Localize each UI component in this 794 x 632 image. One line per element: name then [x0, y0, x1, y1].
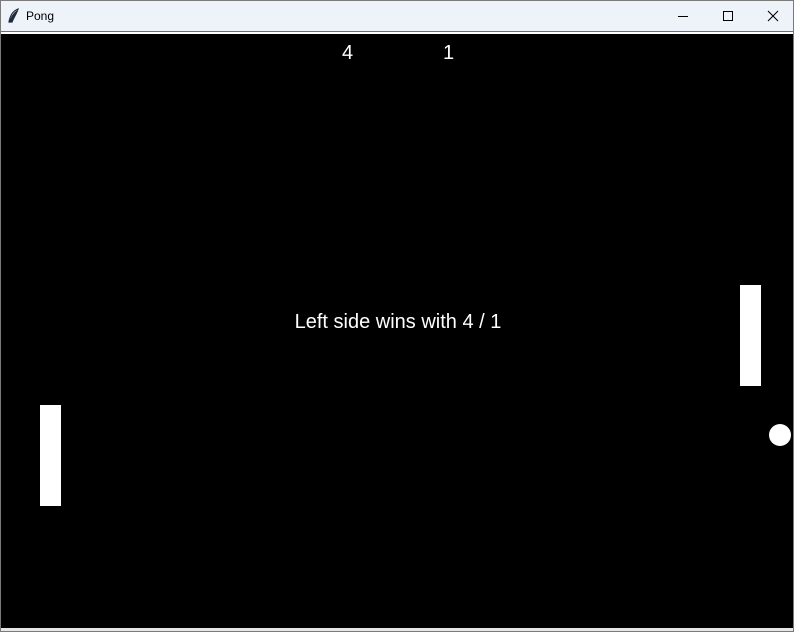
- feather-icon: [8, 8, 19, 23]
- ball: [769, 424, 791, 446]
- maximize-button[interactable]: [705, 1, 750, 31]
- close-icon: [767, 10, 778, 22]
- title-bar[interactable]: Pong: [1, 1, 793, 32]
- minimize-icon: [677, 16, 688, 17]
- minimize-button[interactable]: [660, 1, 705, 31]
- pong-window: Pong 4 1 Left side wins with 4 / 1: [0, 0, 794, 632]
- maximize-icon: [722, 11, 733, 21]
- left-paddle: [40, 405, 61, 506]
- left-score: 4: [342, 42, 354, 64]
- right-score: 1: [443, 42, 455, 64]
- window-bottom-border: [1, 628, 793, 631]
- win-message: Left side wins with 4 / 1: [294, 311, 502, 333]
- right-paddle: [740, 285, 761, 386]
- window-title: Pong: [26, 9, 55, 23]
- close-button[interactable]: [750, 1, 793, 31]
- game-canvas[interactable]: 4 1 Left side wins with 4 / 1: [1, 34, 793, 628]
